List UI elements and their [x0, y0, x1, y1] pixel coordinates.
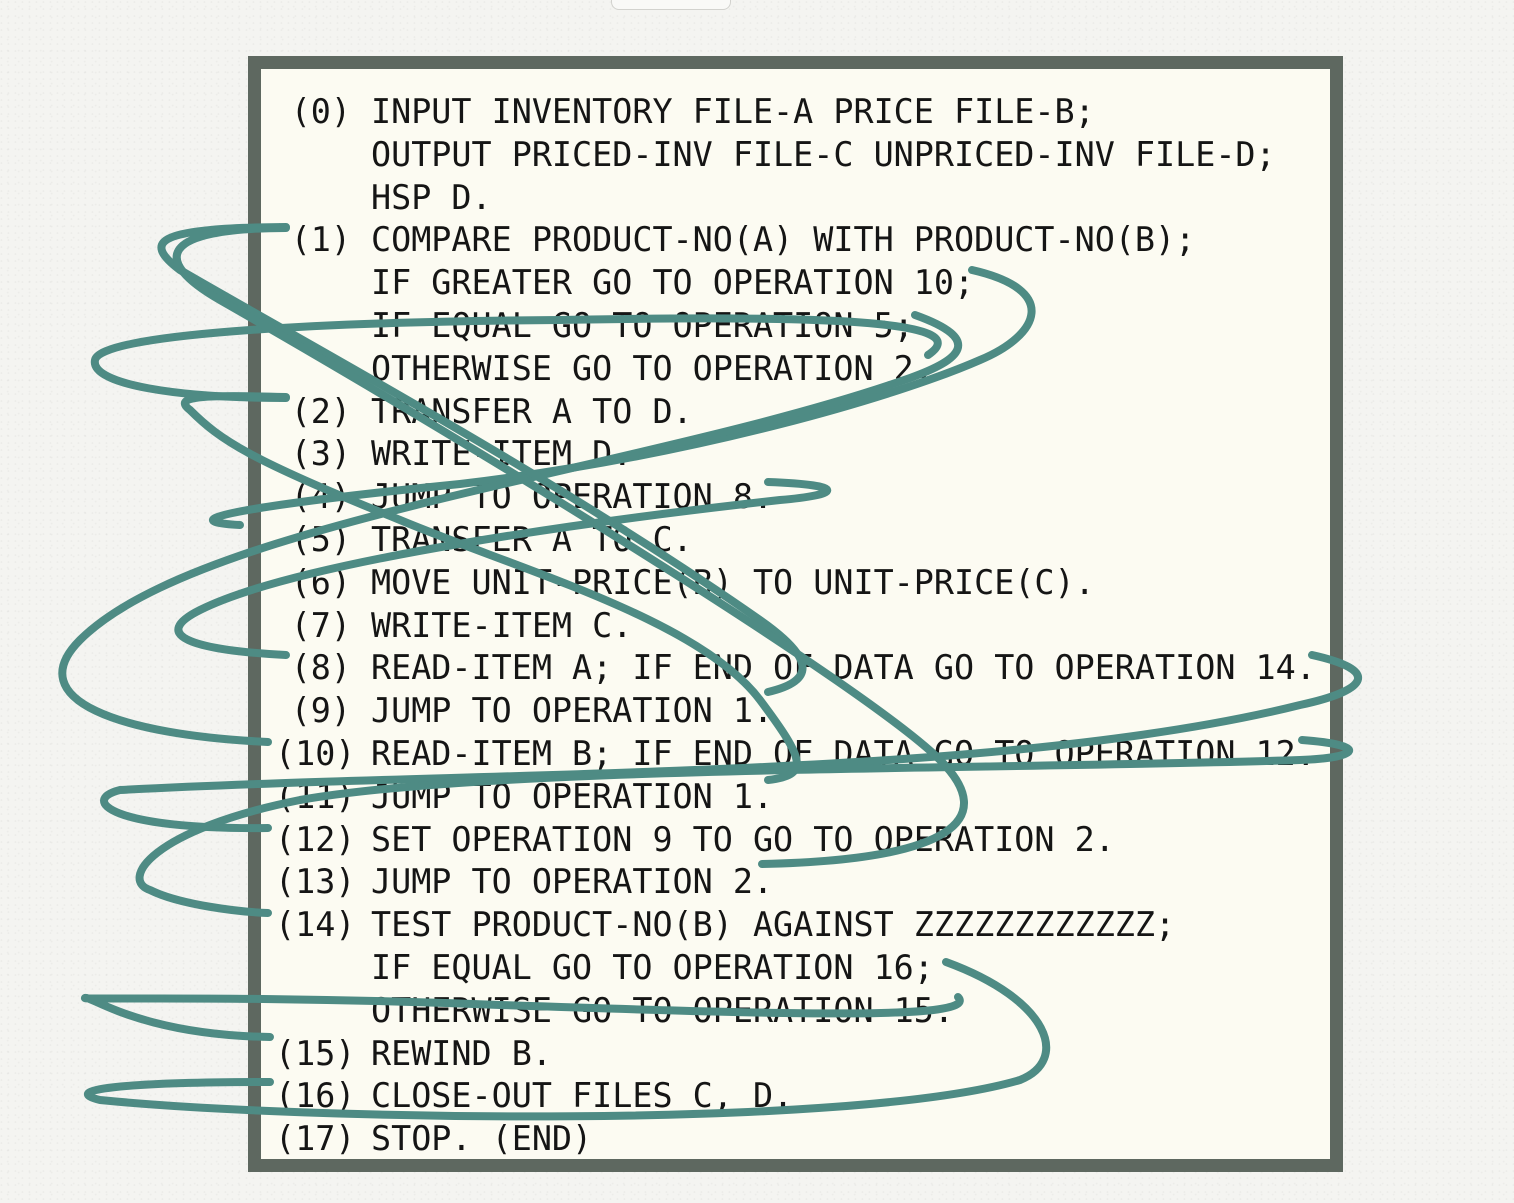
control-flow-arrows — [58, 223, 1362, 1121]
jump-arrow — [180, 392, 801, 784]
jump-arrow — [209, 266, 1036, 529]
jump-arrow — [58, 311, 963, 746]
jump-arrow — [80, 993, 964, 1041]
jump-arrow — [90, 314, 942, 402]
